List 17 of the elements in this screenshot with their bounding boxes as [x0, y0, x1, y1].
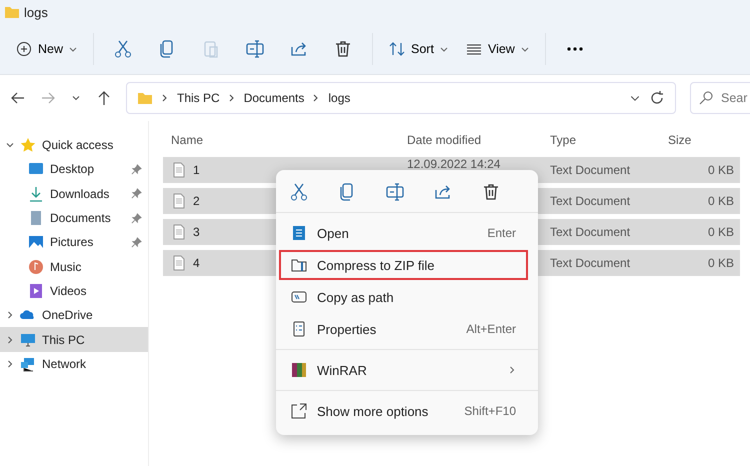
size-text: 0 KB	[706, 256, 735, 270]
shortcut-label: Shift+F10	[464, 404, 516, 418]
file-name: 1	[193, 163, 200, 177]
window-title: logs	[24, 4, 48, 20]
type-text: Text Document	[549, 163, 632, 177]
shortcut-label: Enter	[487, 226, 516, 240]
file-name: 3	[193, 225, 200, 239]
shortcut-label: Alt+Enter	[466, 322, 516, 336]
type-text: Text Document	[549, 256, 632, 270]
file-name: 4	[193, 256, 200, 270]
file-name: 2	[193, 194, 200, 208]
size-text: 0 KB	[706, 163, 735, 177]
type-text: Text Document	[549, 225, 632, 239]
date-text: 12.09.2022 14:24	[407, 157, 500, 171]
type-text: Text Document	[549, 194, 632, 208]
size-text: 0 KB	[706, 194, 735, 208]
size-text: 0 KB	[706, 225, 735, 239]
